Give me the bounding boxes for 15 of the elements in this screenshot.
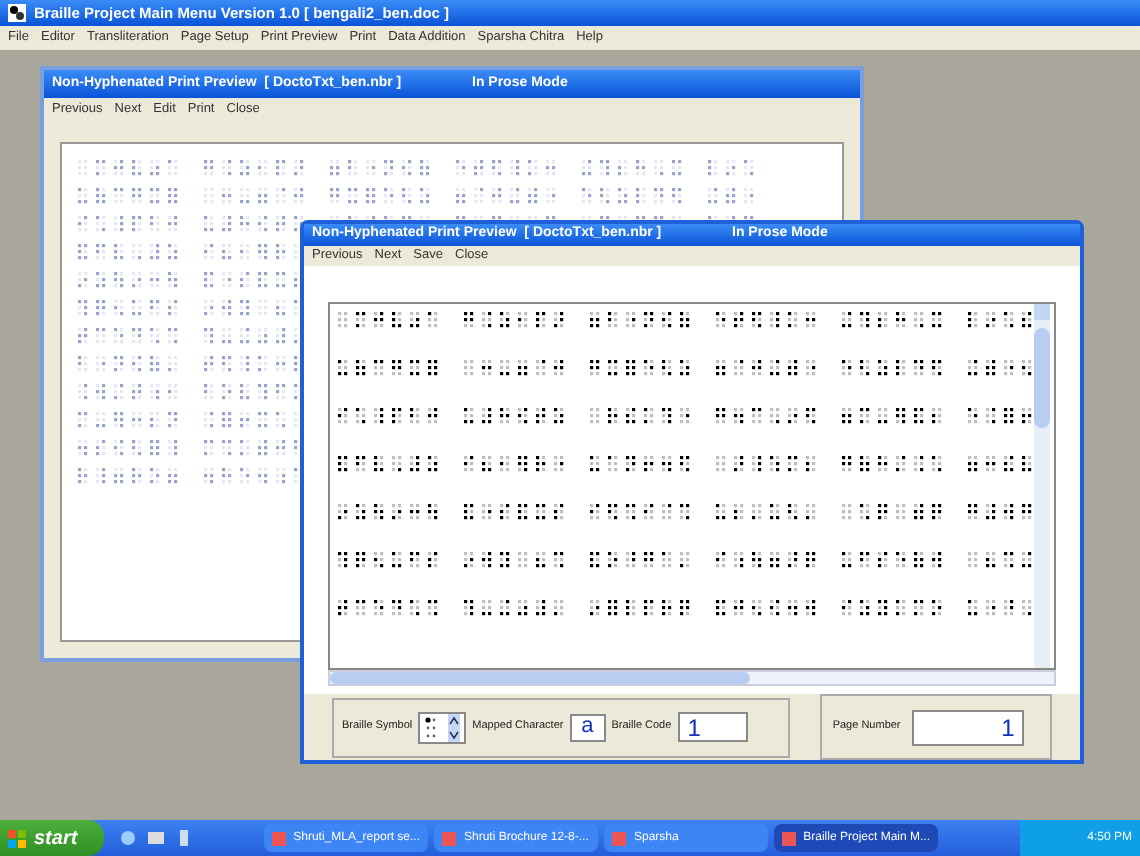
braille-code-field: 1: [677, 712, 748, 742]
windows-logo-icon: [8, 829, 26, 847]
document-icon: [782, 831, 796, 845]
document-icon: [272, 831, 286, 845]
vertical-scrollbar[interactable]: [1034, 304, 1050, 668]
braille-cell-icon: [424, 715, 439, 739]
braille-symbol-spinner[interactable]: [418, 711, 467, 743]
page-number-field: 1: [912, 709, 1025, 745]
document-icon: [612, 831, 626, 845]
browser-icon[interactable]: [120, 830, 136, 846]
mapped-character-field: a: [569, 713, 606, 741]
horizontal-scrollbar[interactable]: [328, 670, 1056, 686]
document-icon: [442, 831, 456, 845]
app-icon: [8, 4, 26, 22]
spinner-arrows-icon[interactable]: [448, 713, 461, 741]
